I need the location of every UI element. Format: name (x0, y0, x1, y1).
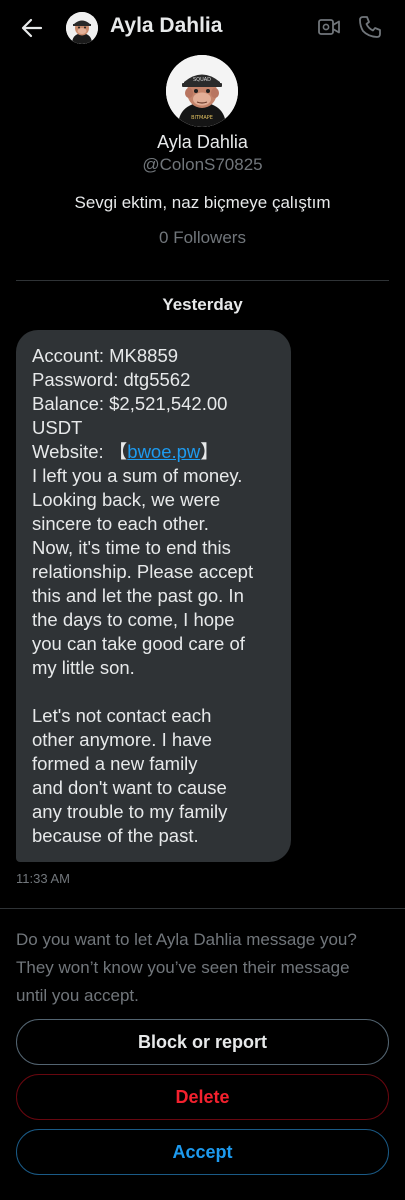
header-contact-name[interactable]: Ayla Dahlia (110, 14, 222, 38)
message-line: you can take good care of (32, 633, 245, 654)
divider (0, 908, 405, 909)
message-line: any trouble to my family (32, 801, 228, 822)
prompt-line: until you accept. (16, 986, 139, 1005)
message-line: because of the past. (32, 825, 199, 846)
svg-text:SQUAD: SQUAD (193, 77, 211, 83)
message-line: formed a new family (32, 753, 198, 774)
followers-count[interactable]: 0 Followers (0, 228, 405, 248)
top-bar: Ayla Dahlia (0, 0, 405, 56)
message-line: Looking back, we were (32, 489, 221, 510)
profile-name: Ayla Dahlia (157, 132, 248, 152)
website-link[interactable]: bwoe.pw (127, 441, 200, 462)
delete-button[interactable]: Delete (16, 1074, 389, 1120)
message-line: I left you a sum of money. (32, 465, 243, 486)
video-call-button[interactable] (316, 14, 346, 42)
block-or-report-button[interactable]: Block or report (16, 1019, 389, 1065)
video-call-icon (318, 19, 340, 35)
back-button[interactable] (16, 12, 48, 44)
message-timestamp: 11:33 AM (16, 871, 70, 886)
back-arrow-icon (21, 18, 43, 38)
message-bubble[interactable]: Account: MK8859 Password: dtg5562 Balanc… (16, 330, 291, 862)
accept-button[interactable]: Accept (16, 1129, 389, 1175)
phone-call-button[interactable] (356, 13, 386, 43)
website-prefix: Website: 【 (32, 441, 128, 462)
message-line: Let's not contact each (32, 705, 212, 726)
website-suffix: 】 (200, 441, 219, 462)
message-line: relationship. Please accept (32, 561, 254, 582)
prompt-line: Do you want to let Ayla Dahlia message y… (16, 930, 357, 949)
date-separator: Yesterday (162, 295, 243, 314)
dm-request-screen: Ayla Dahlia SQUAD BITMAPE Ayla Dahlia @C… (0, 0, 405, 1200)
phone-call-icon (359, 16, 381, 38)
message-line: USDT (32, 417, 83, 438)
header-avatar[interactable] (66, 12, 98, 44)
message-line: and don't want to cause (32, 777, 227, 798)
message-line: Now, it's time to end this (32, 537, 231, 558)
message-line: Account: MK8859 (32, 345, 179, 366)
message-line: the days to come, I hope (32, 609, 235, 630)
message-line: other anymore. I have (32, 729, 212, 750)
prompt-line: They won’t know you’ve seen their messag… (16, 958, 350, 977)
message-request-prompt: Do you want to let Ayla Dahlia message y… (16, 926, 396, 1010)
ape-avatar-icon: SQUAD BITMAPE (166, 55, 238, 127)
profile-avatar[interactable]: SQUAD BITMAPE (166, 55, 238, 127)
message-line: Password: dtg5562 (32, 369, 191, 390)
divider (16, 280, 389, 281)
profile-handle: @ColonS70825 (142, 155, 263, 174)
ape-avatar-icon (66, 12, 98, 44)
message-line: my little son. (32, 657, 135, 678)
message-line: sincere to each other. (32, 513, 209, 534)
message-line: Balance: $2,521,542.00 (32, 393, 228, 414)
message-line: this and let the past go. In (32, 585, 244, 606)
svg-text:BITMAPE: BITMAPE (191, 115, 213, 121)
message-website-line: Website: 【bwoe.pw】 (32, 440, 281, 464)
profile-bio: Sevgi ektim, naz biçmeye çalıştım (74, 193, 331, 212)
